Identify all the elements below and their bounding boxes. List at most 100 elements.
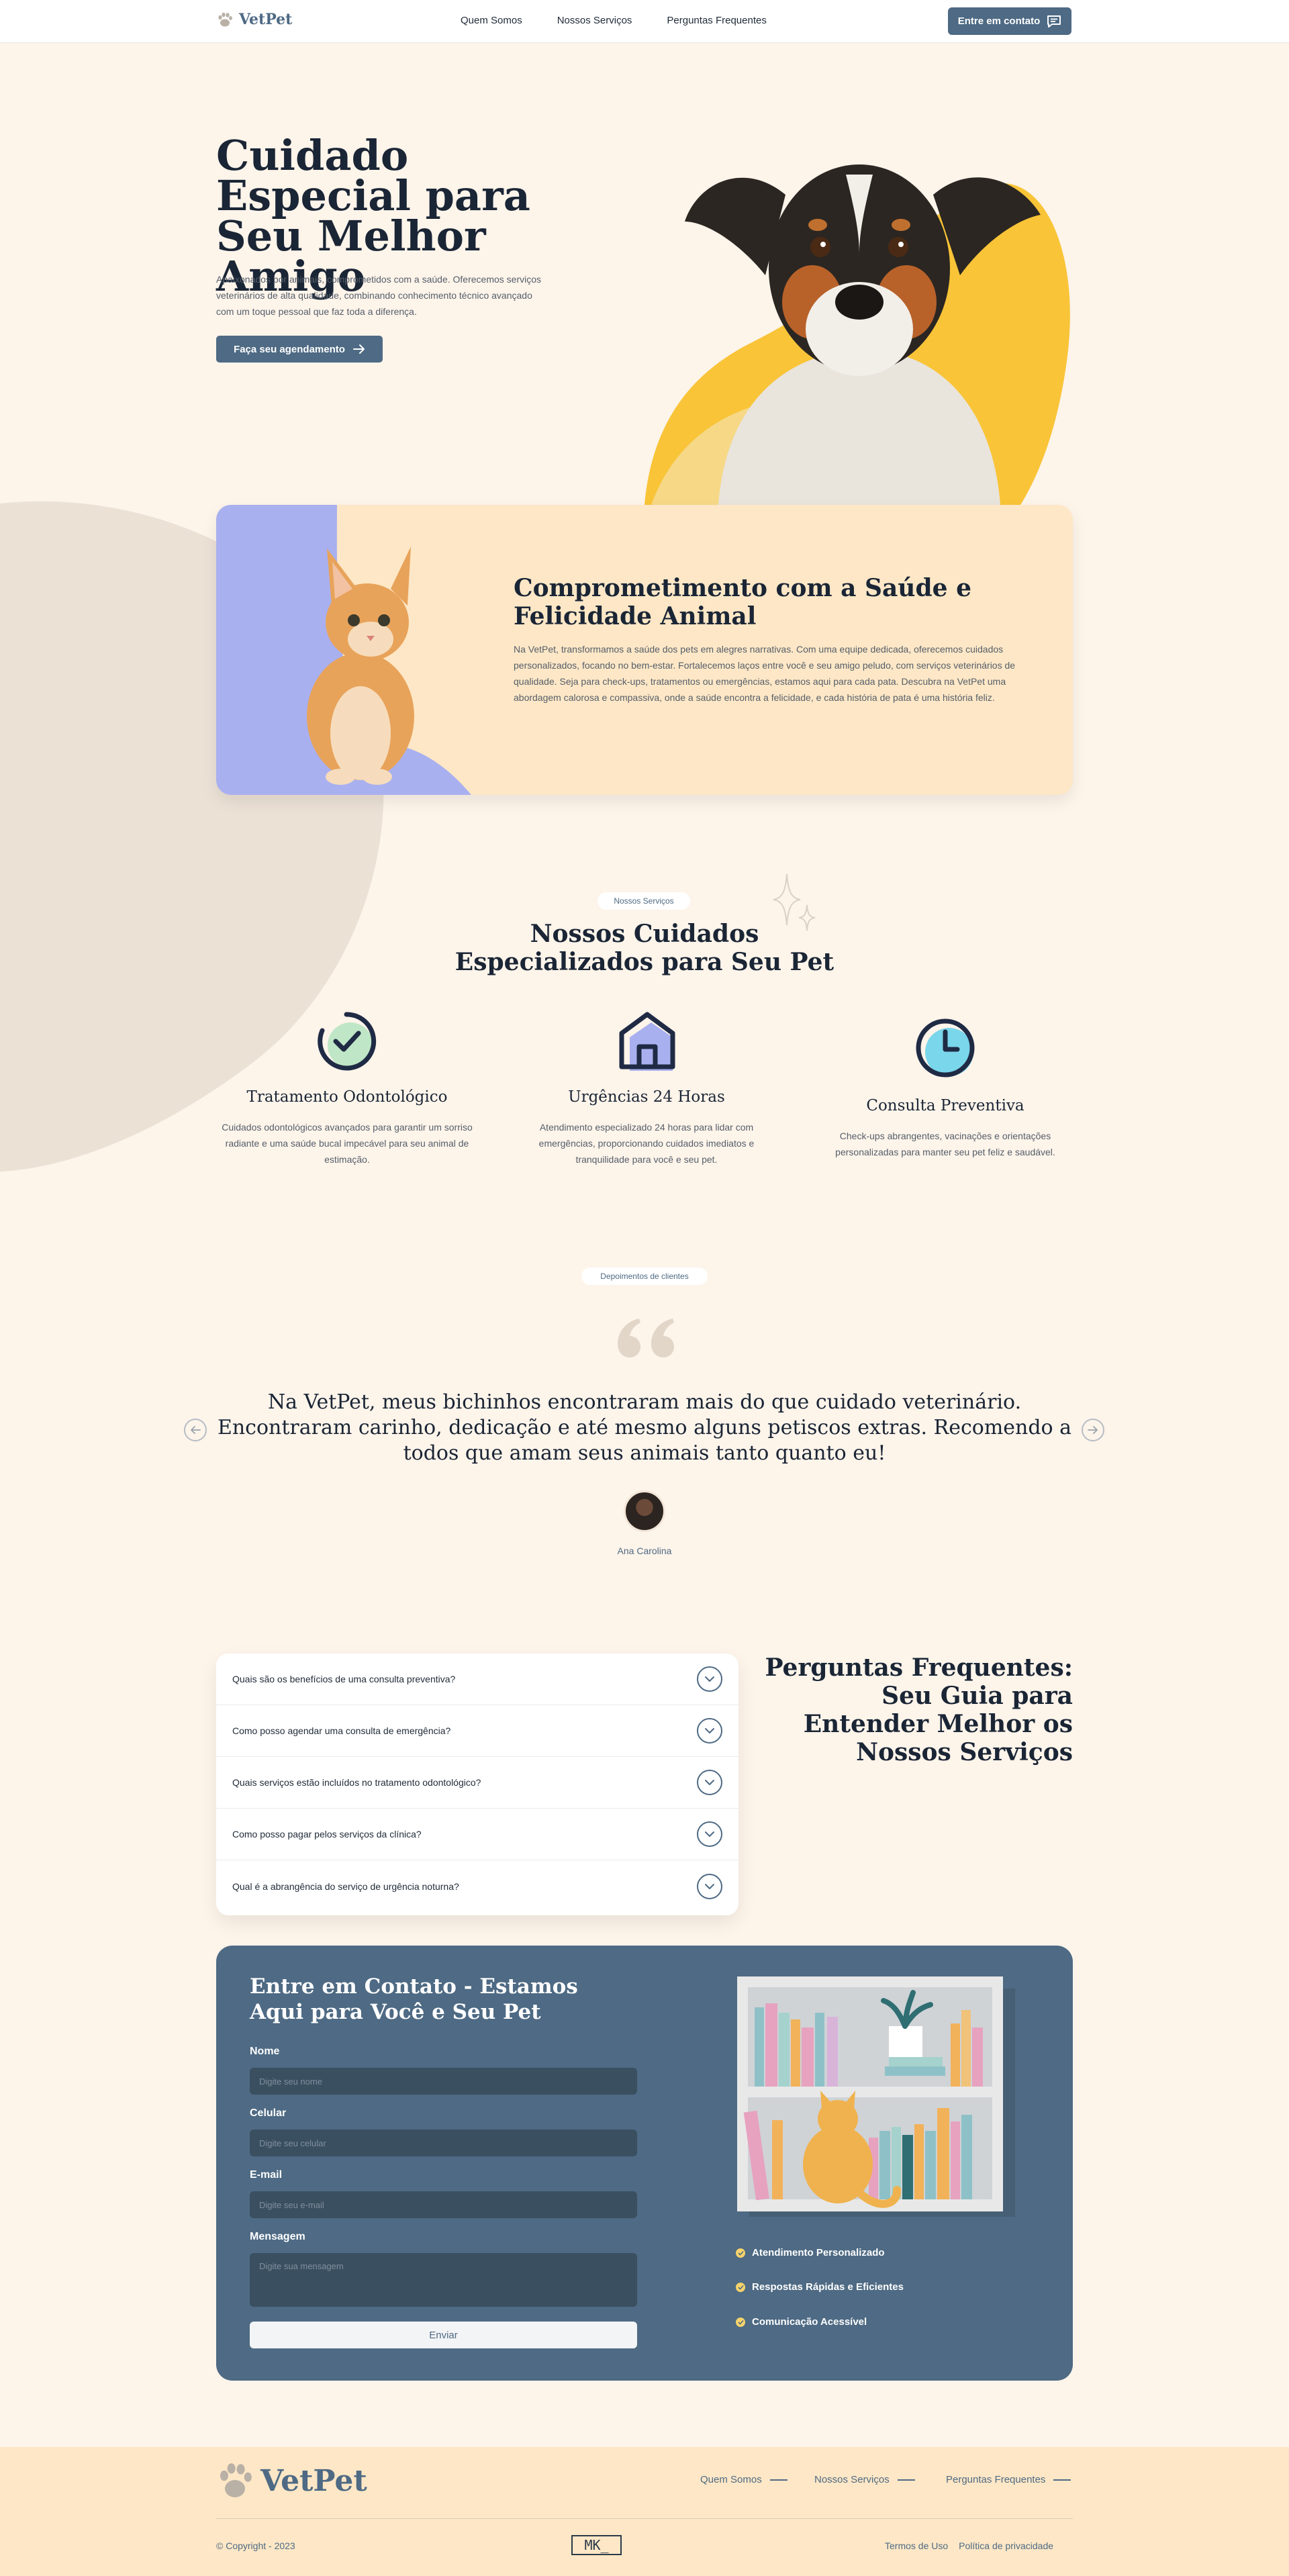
service-title: Tratamento Odontológico bbox=[246, 1088, 448, 1106]
faq-question: Como posso agendar uma consulta de emerg… bbox=[232, 1725, 451, 1736]
feature-item: Respostas Rápidas e Eficientes bbox=[736, 2281, 904, 2293]
paw-icon bbox=[218, 12, 232, 27]
service-text: Atendimento especializado 24 horas para … bbox=[538, 1122, 755, 1165]
footer-nav-label: Quem Somos bbox=[700, 2474, 762, 2485]
maker-logo[interactable]: MK_ bbox=[571, 2535, 622, 2555]
cat-image bbox=[216, 505, 471, 795]
name-label: Nome bbox=[250, 2046, 280, 2057]
footer-nav-label: Perguntas Frequentes bbox=[946, 2474, 1046, 2485]
main-nav: Quem Somos Nossos Serviços Perguntas Fre… bbox=[461, 15, 767, 26]
faq-question: Quais serviços estão incluídos no tratam… bbox=[232, 1777, 481, 1788]
faq-item[interactable]: Quais serviços estão incluídos no tratam… bbox=[216, 1757, 738, 1809]
arrow-right-icon bbox=[352, 344, 365, 354]
faq-item[interactable]: Como posso pagar pelos serviços da clíni… bbox=[216, 1809, 738, 1860]
services-pill-label: Nossos Serviços bbox=[614, 896, 674, 906]
footer-nav-quem-somos[interactable]: Quem Somos bbox=[700, 2474, 787, 2485]
service-card-preventive: Consulta Preventiva Check-ups abrangente… bbox=[804, 1097, 1086, 1160]
faq-item[interactable]: Qual é a abrangência do serviço de urgên… bbox=[216, 1860, 738, 1912]
feature-item: Comunicação Acessível bbox=[736, 2316, 867, 2328]
check-icon bbox=[736, 2282, 745, 2292]
legal-links: Termos de Uso Política de privacidade bbox=[885, 2540, 1053, 2551]
copyright: © Copyright - 2023 bbox=[216, 2540, 295, 2551]
commitment-text: Na VetPet, transformamos a saúde dos pet… bbox=[514, 644, 1016, 703]
nav-item-servicos[interactable]: Nossos Serviços bbox=[557, 15, 632, 26]
footer-divider bbox=[216, 2518, 1073, 2519]
chat-icon bbox=[1047, 15, 1061, 28]
terms-link[interactable]: Termos de Uso bbox=[885, 2540, 948, 2551]
testimonials-pill-label: Depoimentos de clientes bbox=[600, 1272, 689, 1281]
services-title: Nossos Cuidados Especializados para Seu … bbox=[455, 920, 834, 976]
contact-button[interactable]: Entre em contato bbox=[948, 7, 1071, 35]
footer-brand[interactable]: VetPet bbox=[260, 2464, 367, 2498]
service-text: Cuidados odontológicos avançados para ga… bbox=[222, 1122, 473, 1165]
feature-label: Atendimento Personalizado bbox=[752, 2247, 885, 2258]
feature-item: Atendimento Personalizado bbox=[736, 2247, 885, 2258]
arrow-left-icon bbox=[191, 1426, 201, 1434]
chevron-down-icon[interactable] bbox=[697, 1821, 722, 1847]
services-pill: Nossos Serviços bbox=[598, 892, 690, 910]
schedule-button[interactable]: Faça seu agendamento bbox=[216, 336, 383, 363]
check-icon bbox=[736, 2317, 745, 2327]
schedule-button-label: Faça seu agendamento bbox=[234, 343, 345, 355]
message-label: Mensagem bbox=[250, 2231, 305, 2242]
clock-icon bbox=[916, 1018, 975, 1078]
commitment-title: Comprometimento com a Saúde e Felicidade… bbox=[514, 574, 971, 630]
name-field[interactable] bbox=[250, 2068, 637, 2095]
feature-label: Respostas Rápidas e Eficientes bbox=[752, 2281, 904, 2293]
faq-question: Quais são os benefícios de uma consulta … bbox=[232, 1674, 456, 1684]
testimonial-quote: Na VetPet, meus bichinhos encontraram ma… bbox=[217, 1390, 1072, 1465]
dash-divider bbox=[897, 2479, 915, 2481]
nav-item-quem-somos[interactable]: Quem Somos bbox=[461, 15, 522, 26]
house-icon bbox=[619, 1012, 675, 1071]
testimonial-prev-button[interactable] bbox=[184, 1419, 207, 1441]
email-field[interactable] bbox=[250, 2191, 637, 2218]
faq-question: Como posso pagar pelos serviços da clíni… bbox=[232, 1829, 422, 1840]
privacy-link[interactable]: Política de privacidade bbox=[959, 2540, 1053, 2551]
avatar bbox=[624, 1490, 665, 1532]
feature-label: Comunicação Acessível bbox=[752, 2316, 867, 2328]
brand-logo[interactable]: VetPet bbox=[216, 11, 292, 28]
service-card-urgency: Urgências 24 Horas Atendimento especiali… bbox=[506, 1088, 787, 1167]
message-field[interactable] bbox=[250, 2253, 637, 2307]
service-card-dental: Tratamento Odontológico Cuidados odontol… bbox=[206, 1088, 488, 1167]
phone-label: Celular bbox=[250, 2107, 287, 2119]
service-title: Consulta Preventiva bbox=[866, 1097, 1024, 1114]
check-icon bbox=[736, 2248, 745, 2258]
hero-text: Apaixonados por animais, comprometidos c… bbox=[216, 274, 541, 317]
faq-accordion: Quais são os benefícios de uma consulta … bbox=[216, 1654, 738, 1915]
send-button-label: Enviar bbox=[429, 2329, 458, 2341]
contact-title: Entre em Contato - Estamos Aqui para Voc… bbox=[250, 1974, 578, 2024]
faq-item[interactable]: Quais são os benefícios de uma consulta … bbox=[216, 1654, 738, 1705]
send-button[interactable]: Enviar bbox=[250, 2322, 637, 2348]
contact-button-label: Entre em contato bbox=[957, 15, 1041, 27]
bookshelf-cat-image bbox=[737, 1976, 1015, 2217]
service-title: Urgências 24 Horas bbox=[568, 1088, 725, 1106]
footer bbox=[0, 2447, 1289, 2576]
service-text: Check-ups abrangentes, vacinações e orie… bbox=[835, 1131, 1055, 1157]
email-label: E-mail bbox=[250, 2169, 283, 2181]
chevron-down-icon[interactable] bbox=[697, 1666, 722, 1692]
chevron-down-icon[interactable] bbox=[697, 1873, 722, 1899]
chevron-down-icon[interactable] bbox=[697, 1718, 722, 1744]
footer-nav-label: Nossos Serviços bbox=[814, 2474, 890, 2485]
faq-item[interactable]: Como posso agendar uma consulta de emerg… bbox=[216, 1705, 738, 1757]
paw-icon bbox=[220, 2463, 252, 2497]
footer-nav-servicos[interactable]: Nossos Serviços bbox=[814, 2474, 915, 2485]
nav-item-faq[interactable]: Perguntas Frequentes bbox=[667, 15, 766, 26]
testimonial-author: Ana Carolina bbox=[617, 1545, 672, 1556]
chevron-down-icon[interactable] bbox=[697, 1770, 722, 1795]
quote-icon bbox=[618, 1319, 674, 1357]
testimonials-pill: Depoimentos de clientes bbox=[581, 1268, 708, 1285]
faq-question: Qual é a abrangência do serviço de urgên… bbox=[232, 1880, 459, 1892]
dash-divider bbox=[769, 2479, 787, 2481]
hero-dog-image bbox=[644, 164, 1070, 505]
check-circle-icon bbox=[318, 1012, 377, 1071]
brand-name: VetPet bbox=[239, 11, 293, 28]
footer-nav-faq[interactable]: Perguntas Frequentes bbox=[946, 2474, 1071, 2485]
testimonial-next-button[interactable] bbox=[1082, 1419, 1104, 1441]
arrow-right-icon bbox=[1088, 1426, 1098, 1434]
phone-field[interactable] bbox=[250, 2130, 637, 2156]
top-navbar: VetPet Quem Somos Nossos Serviços Pergun… bbox=[0, 0, 1289, 43]
dash-divider bbox=[1053, 2479, 1071, 2481]
faq-title: Perguntas Frequentes: Seu Guia para Ente… bbox=[765, 1654, 1073, 1766]
